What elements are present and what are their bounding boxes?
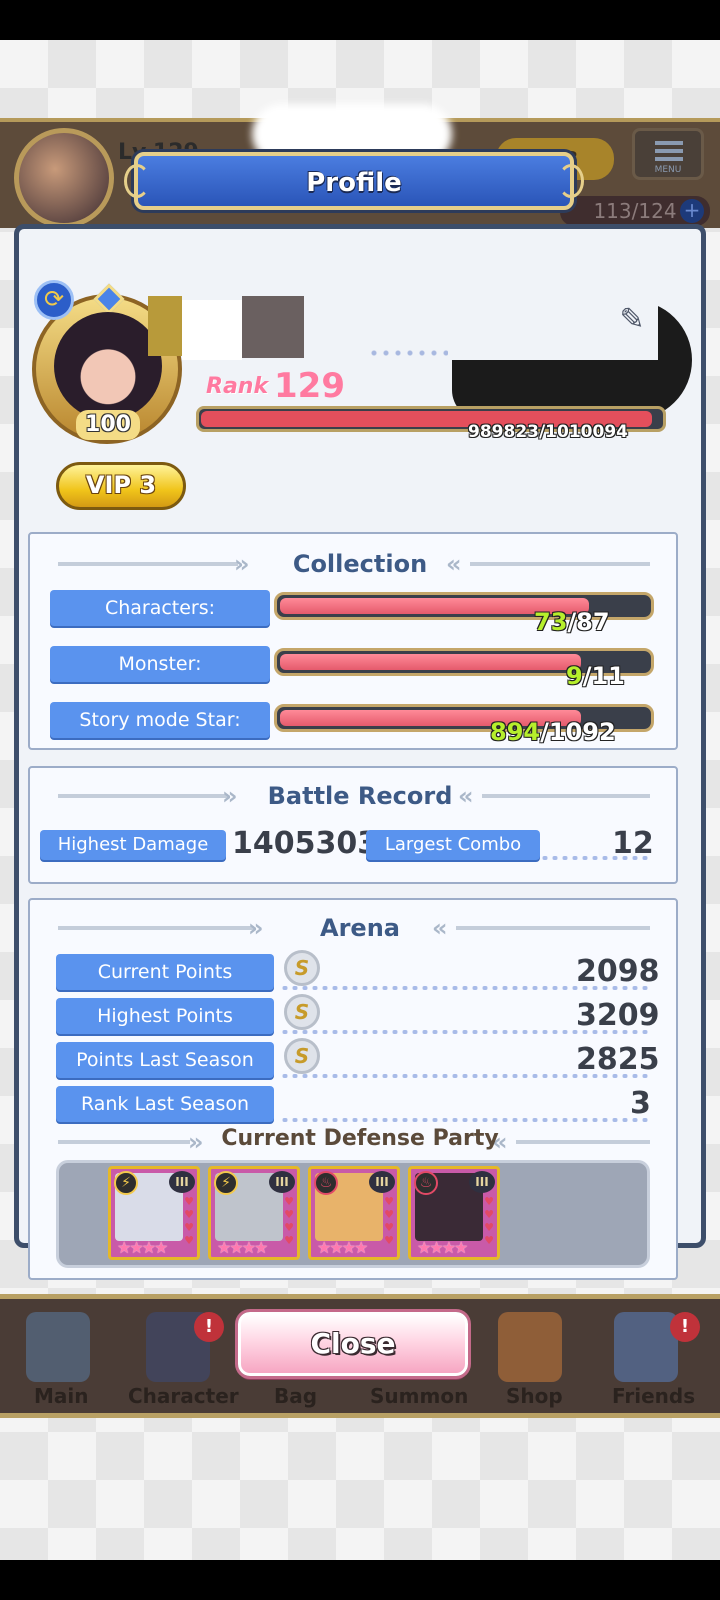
party-character-card[interactable]: ♨ III ♥ ♥ ♥ ♥ ★★★★ [408, 1166, 500, 1260]
fire-element-icon: ♨ [314, 1171, 338, 1195]
heart-icon: ♥ ♥ ♥ ♥ [484, 1195, 494, 1247]
hud-avatar [14, 128, 114, 228]
menu-label: MENU [654, 165, 682, 175]
largest-combo-value: 12 [612, 826, 654, 861]
rank-label: Rank [206, 374, 269, 399]
hud-menu-button: MENU [632, 128, 704, 180]
name-dots [368, 350, 448, 356]
characters-label: Characters: [50, 590, 270, 626]
arena-coin-icon: S [284, 950, 320, 986]
menu-icon-bar [655, 149, 683, 153]
nav-character: Character [128, 1384, 239, 1408]
shop-cart-icon [498, 1312, 562, 1382]
story-star-label: Story mode Star: [50, 702, 270, 738]
menu-icon-bar [655, 157, 683, 161]
tier-badge: III [369, 1171, 395, 1193]
star-rating: ★★★★ [417, 1238, 468, 1257]
party-character-card[interactable]: ⚡ III ♥ ♥ ♥ ♥ ★★★★ [108, 1166, 200, 1260]
current-points-value: 2098 [576, 954, 660, 989]
rank-last-season-label: Rank Last Season [56, 1086, 274, 1122]
party-character-card[interactable]: ♨ III ♥ ♥ ♥ ♥ ★★★★ [308, 1166, 400, 1260]
collection-header: » « Collection [0, 544, 720, 584]
nav-shop: Shop [506, 1384, 563, 1408]
avatar-level: 100 [76, 410, 140, 440]
highest-points-value: 3209 [576, 998, 660, 1033]
highest-damage-value: 1405303 [232, 826, 379, 861]
close-button[interactable]: Close [238, 1312, 468, 1376]
notification-badge: ! [194, 1312, 224, 1342]
arena-title: Arena [320, 914, 400, 942]
rank-last-season-value: 3 [630, 1086, 651, 1121]
plus-icon: + [680, 199, 704, 223]
lightning-element-icon: ⚡ [114, 1171, 138, 1195]
arena-coin-icon: S [284, 1038, 320, 1074]
monster-count: 9/11 [566, 662, 625, 690]
monster-label: Monster: [50, 646, 270, 682]
tier-badge: III [469, 1171, 495, 1193]
stamina-value: 113/124 [593, 199, 677, 223]
nav-summon: Summon [370, 1384, 469, 1408]
current-points-label: Current Points [56, 954, 274, 990]
star-rating: ★★★★ [317, 1238, 368, 1257]
heart-icon: ♥ ♥ ♥ ♥ [184, 1195, 194, 1247]
rank-value: 129 [274, 366, 345, 406]
characters-total: /87 [567, 608, 610, 636]
arena-header: » « Arena [0, 908, 720, 948]
avatar-portrait [54, 312, 162, 420]
refresh-icon[interactable]: ⟳ [34, 280, 74, 320]
party-character-card[interactable]: ⚡ III ♥ ♥ ♥ ♥ ★★★★ [208, 1166, 300, 1260]
title-banner: Profile [124, 152, 584, 210]
story-star-count: 894/1092 [490, 718, 616, 746]
collection-title: Collection [292, 550, 428, 578]
heart-icon: ♥ ♥ ♥ ♥ [284, 1195, 294, 1247]
nav-bag: Bag [274, 1384, 318, 1408]
building-icon [26, 1312, 90, 1382]
points-last-season-value: 2825 [576, 1042, 660, 1077]
redacted-name [148, 296, 182, 356]
story-star-total: /1092 [540, 718, 616, 746]
highest-damage-label: Highest Damage [40, 830, 226, 860]
highest-points-label: Highest Points [56, 998, 274, 1034]
fire-element-icon: ♨ [414, 1171, 438, 1195]
star-rating: ★★★★ [117, 1238, 168, 1257]
edit-icon[interactable]: ✎ [610, 302, 654, 342]
story-star-current: 894 [490, 718, 541, 746]
exp-text: 989823/1010094 [468, 422, 628, 442]
redacted-name [242, 296, 304, 358]
hud-stamina: 113/124 + [560, 196, 710, 226]
nav-friends: Friends [612, 1384, 696, 1408]
vip-badge: VIP 3 [56, 462, 186, 510]
monster-bar-fill [280, 654, 582, 670]
friends-icon [614, 1312, 678, 1382]
tier-badge: III [269, 1171, 295, 1193]
notification-badge: ! [670, 1312, 700, 1342]
tier-badge: III [169, 1171, 195, 1193]
star-rating: ★★★★ [217, 1238, 268, 1257]
monster-current: 9 [566, 662, 583, 690]
defense-party-title: Current Defense Party [221, 1126, 499, 1151]
monster-total: /11 [582, 662, 625, 690]
heart-icon: ♥ ♥ ♥ ♥ [384, 1195, 394, 1247]
points-last-season-label: Points Last Season [56, 1042, 274, 1078]
arena-coin-icon: S [284, 994, 320, 1030]
lightning-element-icon: ⚡ [214, 1171, 238, 1195]
battle-record-title: Battle Record [267, 782, 453, 810]
characters-count: 73/87 [534, 608, 610, 636]
modal-title: Profile [306, 168, 402, 198]
characters-current: 73 [534, 608, 568, 636]
battle-record-header: » « Battle Record [0, 776, 720, 816]
largest-combo-label: Largest Combo [366, 830, 540, 860]
redacted-name [182, 300, 242, 360]
nav-main: Main [34, 1384, 89, 1408]
menu-icon [655, 141, 683, 145]
